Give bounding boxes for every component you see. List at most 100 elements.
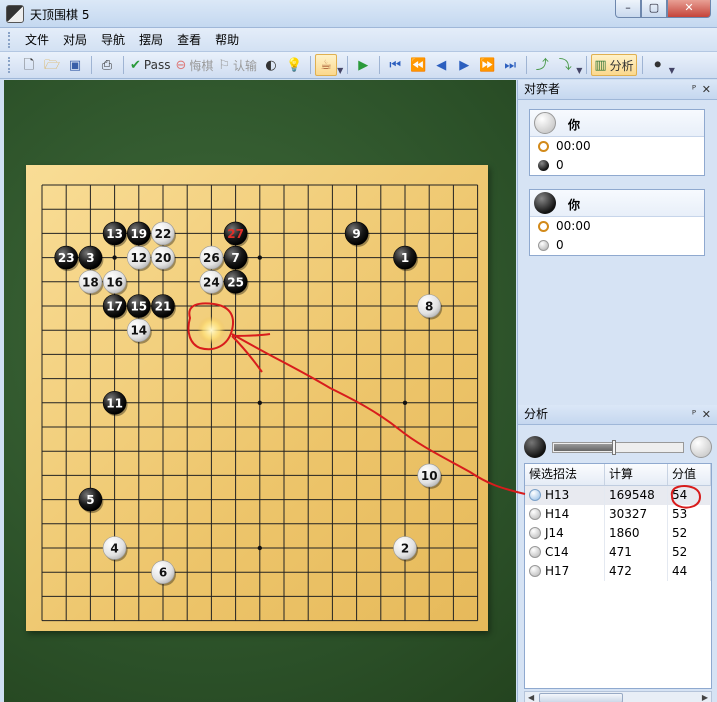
column-header-calc[interactable]: 计算: [605, 464, 668, 485]
scroll-left-icon[interactable]: ◀: [528, 692, 534, 702]
toolbar-grip[interactable]: [8, 57, 12, 73]
move-number: 10: [421, 469, 438, 483]
variation-up-button[interactable]: ⤴: [531, 54, 553, 76]
toolbar: 🗋 🗁 ▣ ⎙ ✔ Pass ⊖ 悔棋 ⚐ 认输 ◐ 💡 ☕ ▼ ▶ ⏮ ⏪ ◀ ▶ …: [0, 52, 717, 79]
candidate-calc: 472: [605, 562, 668, 581]
star-point: [257, 255, 262, 260]
play-icon: ▶: [358, 57, 369, 73]
forward-one-button[interactable]: ▶: [453, 54, 475, 76]
menu-grip[interactable]: [8, 31, 12, 48]
play-button[interactable]: ▶: [352, 54, 374, 76]
move-number: 15: [130, 300, 147, 314]
new-game-button[interactable]: 🗋: [18, 54, 40, 76]
analysis-toggle-button[interactable]: ▥ 分析: [591, 54, 637, 76]
close-button[interactable]: ✕: [667, 0, 711, 18]
stones-button[interactable]: ⚫: [647, 54, 669, 76]
table-row[interactable]: H14 30327 53: [525, 505, 711, 524]
back-ten-button[interactable]: ⏪: [407, 54, 429, 76]
minimize-button[interactable]: –: [615, 0, 641, 18]
undo-button[interactable]: ⊖ 悔棋: [173, 54, 215, 76]
white-player-name: 你: [568, 118, 581, 132]
move-number: 27: [227, 227, 244, 241]
variation-down-button[interactable]: ⤵: [554, 54, 576, 76]
white-stone-icon: [529, 489, 541, 501]
white-stone-icon: [529, 527, 541, 539]
move-number: 13: [106, 227, 123, 241]
table-row[interactable]: H17 472 44: [525, 562, 711, 581]
analysis-panel-header: 分析 ᴾ ✕: [518, 405, 717, 425]
last-move-button[interactable]: ⏭: [499, 54, 521, 76]
dropdown-arrow-icon[interactable]: ▼: [337, 66, 343, 75]
window-title: 天顶围棋 5: [30, 8, 90, 22]
move-number: 25: [227, 275, 244, 289]
black-stone-icon: [524, 436, 546, 458]
step-forward-icon: ▶: [459, 57, 470, 73]
dropdown-arrow-icon[interactable]: ▼: [669, 66, 675, 75]
table-row[interactable]: H13 169548 54: [525, 486, 711, 505]
back-one-button[interactable]: ◀: [430, 54, 452, 76]
white-stone-icon: [690, 436, 712, 458]
menu-help[interactable]: 帮助: [208, 29, 246, 51]
move-number: 26: [203, 251, 220, 265]
black-stone-avatar: [534, 192, 556, 214]
go-board[interactable]: 1 2 3 4 5 6 7 8 9 10 11 12 13 14 15 16 17 18 19 20 21 22 23 24 2…: [26, 165, 488, 631]
white-stone-icon: [529, 546, 541, 558]
candidate-calc: 30327: [605, 505, 668, 524]
menu-view[interactable]: 查看: [170, 29, 208, 51]
sidebar: 对弈者 ᴾ ✕ 你 00:00 0 你 00:00 0 分析 ᴾ ✕ 候选招法 …: [517, 80, 717, 702]
pin-icon[interactable]: ᴾ: [692, 405, 696, 424]
candidate-score: 52: [668, 543, 711, 562]
open-button[interactable]: 🗁: [41, 54, 63, 76]
menu-game[interactable]: 对局: [56, 29, 94, 51]
print-button[interactable]: ⎙: [96, 54, 118, 76]
horizontal-scrollbar[interactable]: ◀ ▶: [524, 691, 712, 702]
candidate-move: H13: [545, 488, 570, 502]
players-panel-header: 对弈者 ᴾ ✕: [518, 80, 717, 100]
candidate-score: 52: [668, 524, 711, 543]
column-header-score[interactable]: 分值: [668, 464, 711, 485]
pass-button[interactable]: ✔ Pass: [128, 54, 172, 76]
menu-navigate[interactable]: 导航: [94, 29, 132, 51]
table-row[interactable]: J14 1860 52: [525, 524, 711, 543]
black-player-name: 你: [568, 198, 581, 212]
move-number: 12: [130, 251, 147, 265]
scroll-right-icon[interactable]: ▶: [702, 692, 708, 702]
forward-ten-button[interactable]: ⏩: [476, 54, 498, 76]
menu-file[interactable]: 文件: [18, 29, 56, 51]
candidate-score: 53: [668, 505, 711, 524]
coffee-break-button[interactable]: ☕: [315, 54, 338, 76]
scrollbar-thumb[interactable]: [539, 693, 623, 702]
move-number: 17: [106, 300, 123, 314]
column-header-move[interactable]: 候选招法: [525, 464, 605, 485]
dropdown-arrow-icon[interactable]: ▼: [576, 66, 582, 75]
move-number: 3: [86, 251, 94, 265]
yin-yang-icon: ◐: [265, 57, 277, 73]
star-point: [402, 400, 408, 405]
resign-button[interactable]: ⚐ 认输: [216, 54, 259, 76]
lightbulb-icon: 💡: [285, 57, 303, 73]
hint-glow: [197, 316, 226, 345]
star-point: [257, 400, 262, 405]
save-button[interactable]: ▣: [64, 54, 86, 76]
black-player-card: 你 00:00 0: [529, 189, 705, 256]
table-row[interactable]: C14 471 52: [525, 543, 711, 562]
star-point: [257, 545, 262, 551]
skip-end-icon: ⏭: [504, 57, 517, 73]
pin-icon[interactable]: ᴾ: [692, 80, 696, 99]
close-panel-icon[interactable]: ✕: [702, 405, 711, 424]
first-move-button[interactable]: ⏮: [384, 54, 406, 76]
move-number: 19: [130, 227, 147, 241]
score-button[interactable]: ◐: [260, 54, 282, 76]
players-panel-title: 对弈者: [524, 82, 561, 96]
arrow-up-icon: ⤴: [535, 57, 549, 73]
board-grid[interactable]: 123456789101112131415161718192021222324 2…: [26, 165, 488, 631]
flag-icon: ⚐: [218, 57, 231, 73]
balance-track: [552, 440, 684, 455]
close-panel-icon[interactable]: ✕: [702, 80, 711, 99]
candidate-score: 44: [668, 562, 711, 581]
white-player-time: 00:00: [556, 139, 591, 153]
menu-setup[interactable]: 摆局: [132, 29, 170, 51]
move-number: 6: [159, 566, 167, 580]
maximize-button[interactable]: ▢: [641, 0, 667, 18]
hint-button[interactable]: 💡: [283, 54, 305, 76]
